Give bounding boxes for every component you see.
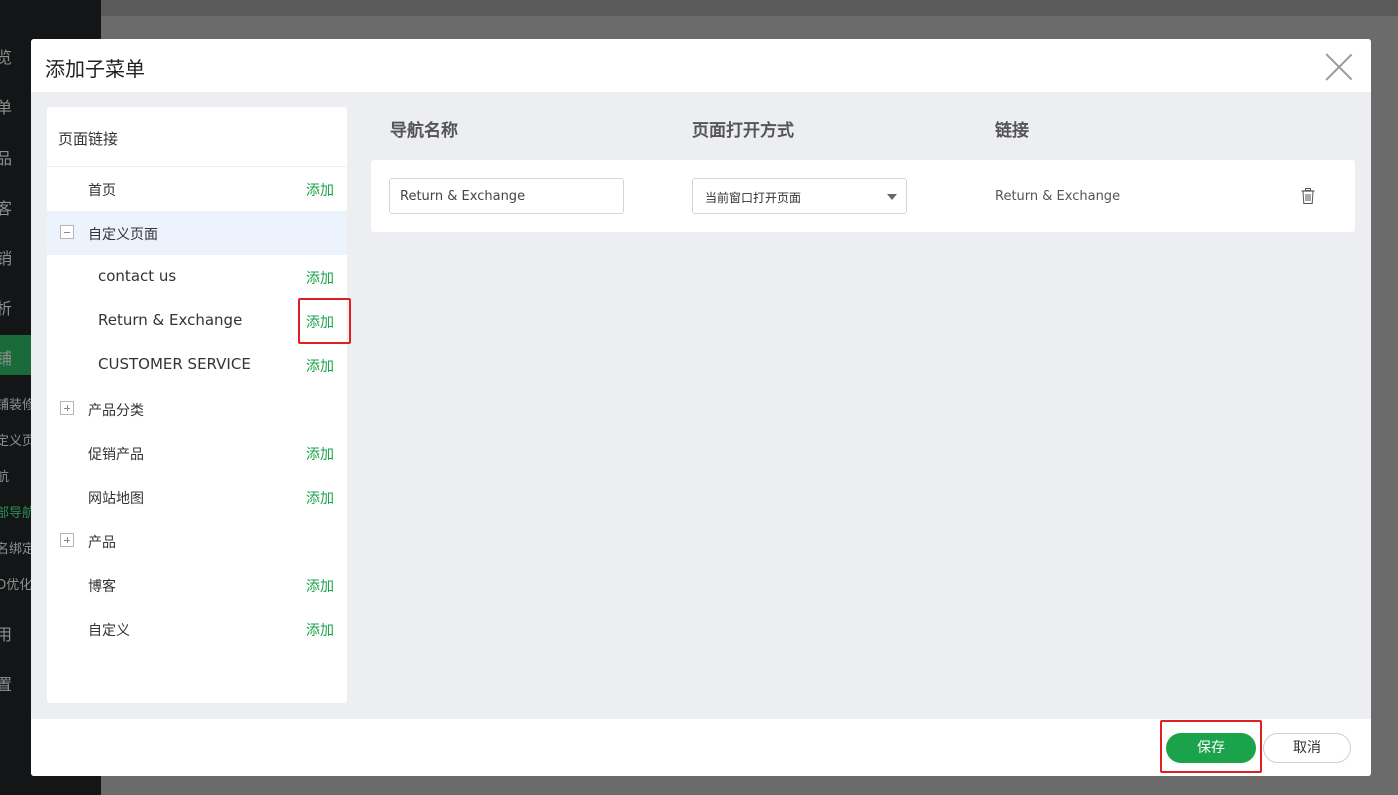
chevron-down-icon	[887, 194, 897, 200]
tree-item-product-categories[interactable]: 产品分类	[47, 387, 347, 431]
bg-nav-item: 览	[0, 48, 13, 67]
nav-name-input[interactable]	[389, 178, 624, 214]
bg-subnav-item: O优化	[0, 578, 33, 593]
tree-item-label: 产品分类	[88, 403, 144, 419]
tree-item-label: CUSTOMER SERVICE	[98, 355, 251, 373]
expand-icon[interactable]	[60, 533, 74, 547]
column-header-link: 链接	[995, 121, 1029, 141]
bg-nav-item: 品	[0, 149, 13, 168]
tree-item-label: contact us	[98, 267, 177, 285]
bg-nav-item: 置	[0, 675, 13, 694]
tree-item-label: 自定义	[88, 623, 130, 639]
tree-item-home[interactable]: 首页 添加	[47, 167, 347, 211]
expand-icon[interactable]	[60, 401, 74, 415]
bg-nav-item: 用	[0, 625, 13, 644]
add-submenu-dialog: 添加子菜单 页面链接 首页 添加 自定义页面 contact us 添加 Ret…	[31, 39, 1371, 776]
tree-item-custom-pages[interactable]: 自定义页面	[47, 211, 347, 255]
collapse-icon[interactable]	[60, 225, 74, 239]
tree-item-label: 自定义页面	[88, 227, 158, 243]
add-link[interactable]: 添加	[306, 180, 334, 200]
bg-nav-item: 析	[0, 299, 13, 318]
close-icon[interactable]	[1324, 52, 1354, 82]
tree-item-label: 促销产品	[88, 447, 144, 463]
add-link[interactable]: 添加	[306, 620, 334, 640]
link-value: Return & Exchange	[995, 189, 1121, 204]
bg-subnav-item: 航	[0, 470, 10, 485]
tree-item-label: 产品	[88, 535, 116, 551]
tree-item-label: Return & Exchange	[98, 311, 243, 329]
tree-item-contact-us[interactable]: contact us 添加	[47, 255, 347, 299]
dialog-header: 添加子菜单	[31, 39, 1371, 92]
bg-subnav-item: 铺装修	[0, 398, 36, 413]
add-link[interactable]: 添加	[306, 268, 334, 288]
tree-item-products[interactable]: 产品	[47, 519, 347, 563]
trash-icon[interactable]	[1301, 188, 1315, 204]
open-mode-selected-value: 当前窗口打开页面	[705, 191, 802, 205]
bg-nav-item: 铺	[0, 349, 13, 368]
column-header-open-mode: 页面打开方式	[692, 121, 794, 141]
bg-nav-item: 客	[0, 199, 13, 218]
page-links-panel: 页面链接 首页 添加 自定义页面 contact us 添加 Return & …	[47, 107, 347, 703]
add-link[interactable]: 添加	[306, 576, 334, 596]
tree-item-custom[interactable]: 自定义 添加	[47, 607, 347, 651]
tree-item-label: 首页	[88, 183, 116, 199]
column-header-name: 导航名称	[390, 121, 458, 141]
bg-subnav-item-active: 部导航	[0, 506, 36, 521]
background-topbar	[101, 0, 1398, 16]
tree-item-label: 网站地图	[88, 491, 144, 507]
dialog-title: 添加子菜单	[45, 57, 145, 81]
bg-nav-item: 销	[0, 249, 13, 268]
bg-subnav-item: 名绑定	[0, 542, 36, 557]
tree-item-label: 博客	[88, 579, 116, 595]
highlight-box-add	[298, 298, 351, 344]
submenu-row: 当前窗口打开页面 Return & Exchange	[371, 160, 1355, 232]
highlight-box-save	[1160, 720, 1262, 773]
dialog-body: 页面链接 首页 添加 自定义页面 contact us 添加 Return & …	[31, 92, 1371, 719]
bg-subnav-item: 定义页	[0, 434, 36, 449]
tree-item-customer-service[interactable]: CUSTOMER SERVICE 添加	[47, 343, 347, 387]
cancel-button[interactable]: 取消	[1263, 733, 1351, 763]
tree-item-blog[interactable]: 博客 添加	[47, 563, 347, 607]
add-link[interactable]: 添加	[306, 444, 334, 464]
page-links-title: 页面链接	[58, 130, 119, 148]
tree-item-promo-products[interactable]: 促销产品 添加	[47, 431, 347, 475]
add-link[interactable]: 添加	[306, 488, 334, 508]
tree-item-sitemap[interactable]: 网站地图 添加	[47, 475, 347, 519]
bg-nav-item: 单	[0, 98, 13, 117]
open-mode-select[interactable]: 当前窗口打开页面	[692, 178, 907, 214]
add-link[interactable]: 添加	[306, 356, 334, 376]
